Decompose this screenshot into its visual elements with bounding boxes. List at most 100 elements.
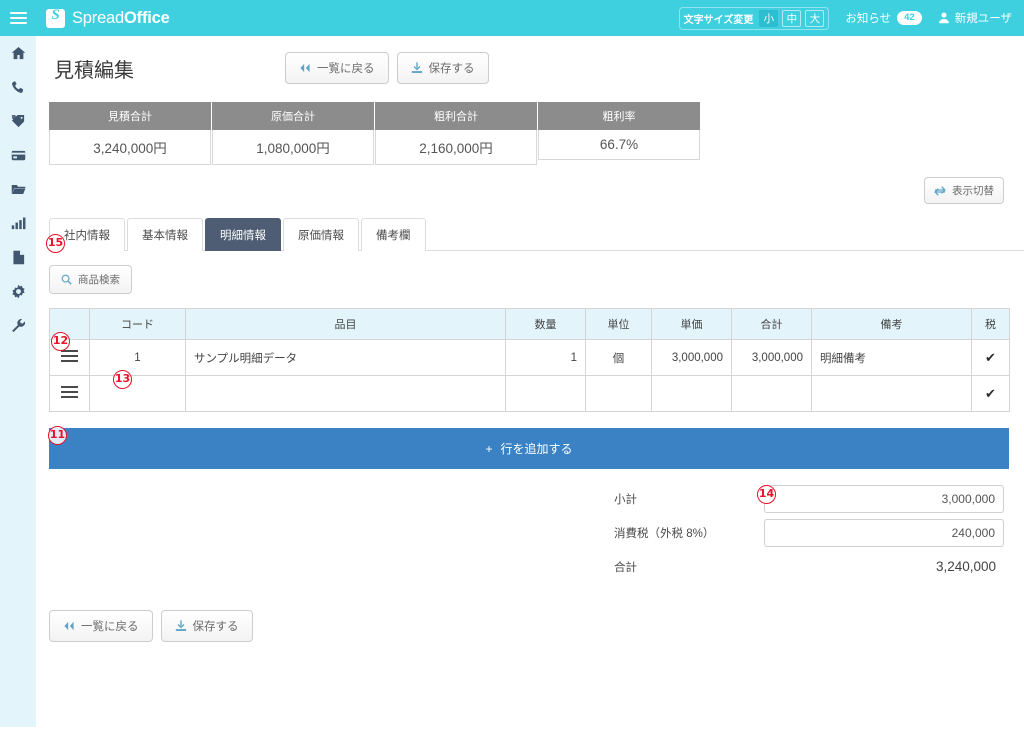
cell-qty[interactable] xyxy=(505,375,586,412)
toggle-view-button[interactable]: 表示切替 xyxy=(924,177,1004,204)
main-content: 見積編集 一覧に戻る 保存する 見積合計 3,240,000円 原価合計 1,080,… xyxy=(36,36,1024,732)
detail-table: コード 品目 数量 単位 単価 合計 備考税 1 サンプル明細データ 1 個 3,000,000 3,… xyxy=(49,308,1010,412)
detail-column-header: コード xyxy=(89,308,186,340)
cell-code[interactable]: 1 xyxy=(89,339,186,376)
tab-bar-filler xyxy=(427,217,1024,251)
font-size-control: 文字サイズ変更 小 中 大 xyxy=(678,6,830,30)
tab-基本情報[interactable]: 基本情報 xyxy=(127,218,203,251)
summary-value: 66.7% xyxy=(538,130,700,160)
tab-社内情報[interactable]: 社内情報 xyxy=(49,218,125,251)
cell-qty[interactable]: 1 xyxy=(505,339,586,376)
sidebar xyxy=(0,0,36,727)
detail-column-header: 税 xyxy=(971,308,1010,340)
detail-column-header: 品目 xyxy=(185,308,506,340)
double-chevron-left-icon xyxy=(64,621,74,631)
sidebar-item-settings[interactable] xyxy=(0,274,36,308)
sidebar-item-tools[interactable] xyxy=(0,308,36,342)
double-chevron-left-icon xyxy=(300,63,310,73)
sidebar-item-phone[interactable] xyxy=(0,70,36,104)
detail-column-header: 単位 xyxy=(585,308,652,340)
product-search-label: 商品検索 xyxy=(78,274,120,286)
home-icon xyxy=(11,46,25,59)
user-name: 新規ユーザ xyxy=(954,13,1012,25)
drag-handle-icon xyxy=(61,347,78,365)
brand-prefix: Spread xyxy=(72,8,125,27)
sidebar-item-folder[interactable] xyxy=(0,172,36,206)
sidebar-item-home[interactable] xyxy=(0,36,36,70)
tax-row: 消費税（外税 8%） 240,000 xyxy=(614,519,1004,547)
tab-原価情報[interactable]: 原価情報 xyxy=(283,218,359,251)
grand-total-label: 合計 xyxy=(614,561,637,574)
notifications-link[interactable]: お知らせ 42 xyxy=(845,10,922,26)
sidebar-item-documents[interactable] xyxy=(0,240,36,274)
cell-note[interactable]: 明細備考 xyxy=(811,339,972,376)
hamburger-menu-icon xyxy=(9,9,27,27)
cell-item[interactable]: サンプル明細データ xyxy=(185,339,506,376)
folder-icon xyxy=(11,184,25,194)
font-size-large-button[interactable]: 大 xyxy=(805,9,825,27)
sidebar-item-reports[interactable] xyxy=(0,206,36,240)
font-size-medium-button[interactable]: 中 xyxy=(782,9,802,27)
detail-column-header: 単価 xyxy=(651,308,732,340)
summary-cell: 粗利合計 2,160,000円 xyxy=(375,102,537,165)
add-row-label: 行を追加する xyxy=(500,442,573,456)
exchange-arrows-icon xyxy=(934,185,946,196)
user-menu[interactable]: 新規ユーザ xyxy=(938,10,1012,26)
summary-header: 粗利合計 xyxy=(375,102,537,130)
row-drag-handle[interactable] xyxy=(49,375,90,412)
user-icon xyxy=(938,12,949,24)
cell-price[interactable]: 3,000,000 xyxy=(651,339,732,376)
back-to-list-button-top[interactable]: 一覧に戻る xyxy=(285,52,389,84)
spreadoffice-logo-icon xyxy=(46,7,65,28)
add-row-button[interactable]: + 行を追加する xyxy=(49,428,1009,469)
back-to-list-button-bottom[interactable]: 一覧に戻る xyxy=(49,610,153,642)
cell-total[interactable] xyxy=(731,375,812,412)
save-button-top[interactable]: 保存する xyxy=(396,52,489,84)
brand-text: SpreadOffice xyxy=(72,9,170,28)
cell-tax[interactable]: ✔ xyxy=(971,375,1010,412)
brand-suffix: Office xyxy=(124,8,170,27)
toggle-view-row: 表示切替 xyxy=(36,165,1024,204)
cell-unit[interactable]: 個 xyxy=(585,339,652,376)
cell-item[interactable] xyxy=(185,375,506,412)
summary-value: 3,240,000円 xyxy=(49,130,211,165)
drag-handle-icon xyxy=(61,383,78,401)
sidebar-item-tags[interactable] xyxy=(0,104,36,138)
detail-table-header-row: コード 品目 数量 単位 単価 合計 備考税 xyxy=(49,308,1010,340)
sidebar-item-card[interactable] xyxy=(0,138,36,172)
topbar: SpreadOffice 文字サイズ変更 小 中 大 お知らせ 42 新規ユーザ xyxy=(36,0,1024,36)
cell-price[interactable] xyxy=(651,375,732,412)
search-row: 商品検索 xyxy=(49,265,1024,294)
save-label-bottom: 保存する xyxy=(192,621,239,633)
page-header: 見積編集 一覧に戻る 保存する xyxy=(36,36,1024,84)
download-save-icon xyxy=(411,62,422,73)
detail-table-row[interactable]: 1 サンプル明細データ 1 個 3,000,000 3,000,000 明細備考 ✔ xyxy=(49,339,1010,376)
product-search-button[interactable]: 商品検索 xyxy=(49,265,132,294)
toggle-view-label: 表示切替 xyxy=(952,185,994,197)
summary-header: 見積合計 xyxy=(49,102,211,130)
detail-table-row[interactable]: ✔ xyxy=(49,375,1010,412)
summary-value: 2,160,000円 xyxy=(375,130,537,165)
tab-明細情報[interactable]: 明細情報 xyxy=(205,218,281,251)
font-size-small-button[interactable]: 小 xyxy=(759,9,779,27)
subtotal-input[interactable]: 3,000,000 xyxy=(764,485,1004,513)
summary-table: 見積合計 3,240,000円 原価合計 1,080,000円 粗利合計 2,160,00… xyxy=(49,102,1024,165)
bottom-actions: 一覧に戻る 保存する xyxy=(49,610,1024,642)
document-icon xyxy=(12,250,24,264)
notifications-badge: 42 xyxy=(897,11,922,25)
cell-total[interactable]: 3,000,000 xyxy=(731,339,812,376)
tax-input[interactable]: 240,000 xyxy=(764,519,1004,547)
detail-column-header xyxy=(49,308,90,340)
cell-code[interactable] xyxy=(89,375,186,412)
cell-note[interactable] xyxy=(811,375,972,412)
row-drag-handle[interactable] xyxy=(49,339,90,376)
tab-bar: 社内情報 基本情報 明細情報 原価情報 備考欄 xyxy=(49,217,1024,251)
sidebar-menu-toggle[interactable] xyxy=(0,0,36,36)
save-button-bottom[interactable]: 保存する xyxy=(160,610,253,642)
cell-unit[interactable] xyxy=(585,375,652,412)
tab-備考欄[interactable]: 備考欄 xyxy=(361,218,426,251)
cell-tax[interactable]: ✔ xyxy=(971,339,1010,376)
back-to-list-label-top: 一覧に戻る xyxy=(317,63,375,75)
app-root: SpreadOffice 文字サイズ変更 小 中 大 お知らせ 42 新規ユーザ… xyxy=(0,0,1024,732)
brand-logo[interactable]: SpreadOffice xyxy=(46,7,170,28)
